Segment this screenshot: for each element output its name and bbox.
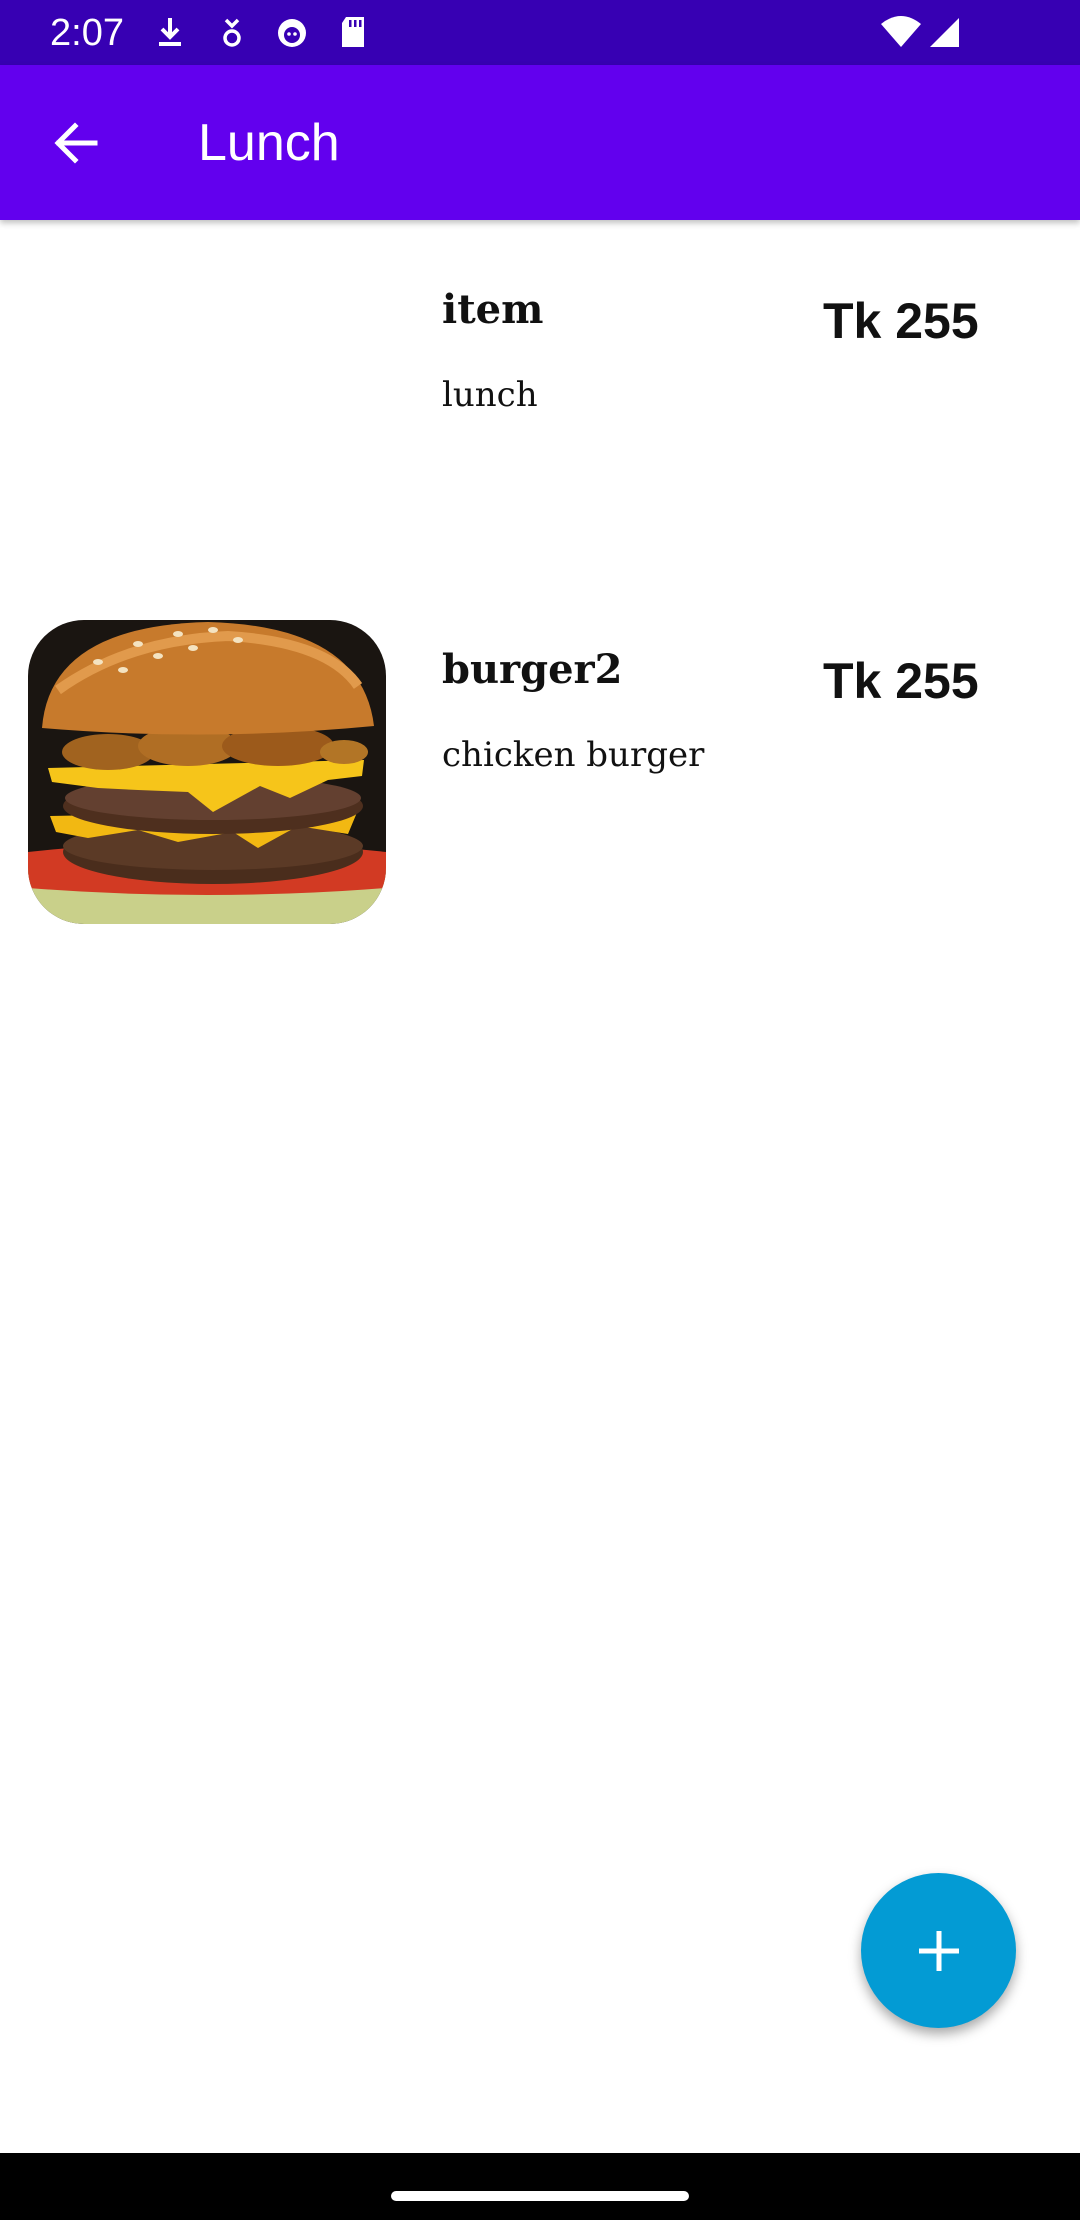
download-icon [159, 18, 181, 46]
burger-photo [28, 620, 386, 924]
cat-icon [278, 19, 306, 47]
add-item-button[interactable] [861, 1873, 1016, 2028]
item-name: burger2 [442, 646, 623, 693]
back-button[interactable] [38, 105, 114, 181]
app-bar: Lunch [0, 65, 1080, 220]
item-price: Tk 255 [823, 653, 979, 709]
list-item[interactable]: burger2 chicken burger Tk 255 [0, 610, 1080, 950]
item-description: lunch [442, 375, 538, 415]
item-price: Tk 255 [823, 293, 979, 349]
arrow-left-icon [54, 122, 98, 164]
plus-icon [918, 1930, 959, 1971]
item-name: item [442, 286, 544, 333]
signal-icon [930, 18, 959, 47]
page-title: Lunch [198, 114, 340, 172]
list-item[interactable]: item lunch Tk 255 [0, 250, 1080, 590]
location-icon [223, 18, 241, 47]
navigation-bar [0, 2153, 1080, 2220]
home-indicator[interactable] [391, 2191, 689, 2201]
wifi-icon [881, 16, 921, 47]
status-bar: 2:07 [0, 0, 1080, 65]
item-description: chicken burger [442, 735, 705, 775]
status-time: 2:07 [50, 12, 124, 54]
sd-card-icon [342, 17, 364, 47]
